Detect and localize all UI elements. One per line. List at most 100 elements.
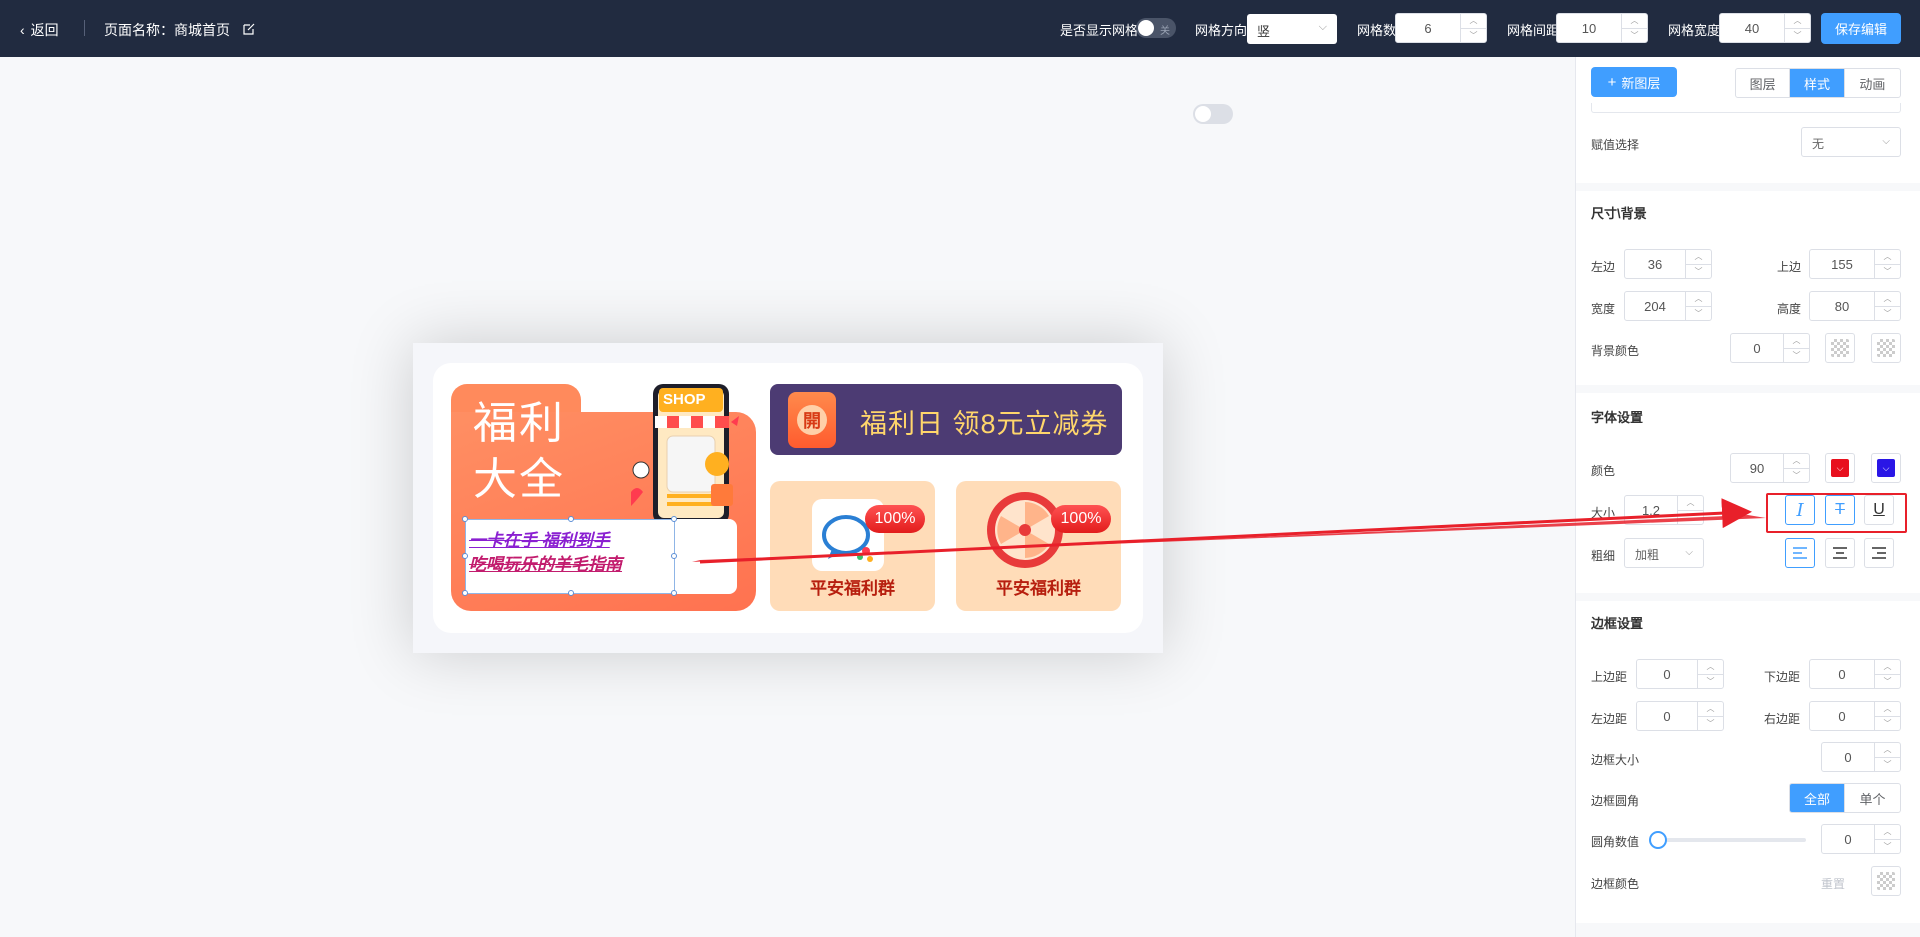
stepper-up-icon[interactable]: ︿ [1875, 292, 1900, 306]
welfare-group-tile-wheel[interactable]: 100% 平安福利群 [956, 481, 1121, 611]
resize-handle[interactable] [568, 516, 574, 522]
empty-color-icon [1877, 872, 1895, 890]
stepper-up-icon[interactable]: ︿ [1698, 702, 1723, 716]
font-size-stepper[interactable]: 1.2 ︿ ﹀ [1624, 495, 1704, 525]
width-label: 宽度 [1591, 302, 1616, 316]
border-color-picker[interactable] [1871, 866, 1901, 896]
new-layer-label: 新图层 [1621, 75, 1661, 91]
align-left-icon [1793, 547, 1807, 559]
coupon-banner[interactable]: 開 福利日 领8元立减券 [770, 384, 1122, 455]
percent-badge: 100% [865, 505, 925, 533]
grid-direction-select[interactable]: 竖 ⌵ [1247, 14, 1337, 44]
stepper-down-icon[interactable]: ﹀ [1784, 347, 1809, 363]
resize-handle[interactable] [462, 553, 468, 559]
border-color-reset[interactable]: 重置 [1821, 875, 1845, 892]
stepper-down-icon[interactable]: ﹀ [1686, 263, 1711, 279]
radius-value-stepper[interactable]: 0 ︿ ﹀ [1821, 824, 1901, 854]
align-right-button[interactable] [1864, 538, 1894, 568]
stepper-up-icon[interactable]: ︿ [1698, 660, 1723, 674]
empty-color-icon [1831, 339, 1849, 357]
pad-left-stepper[interactable]: 0 ︿ ﹀ [1636, 701, 1724, 731]
top-value: 155 [1831, 256, 1853, 272]
welfare-group-tile-chat[interactable]: 100% 平安福利群 [770, 481, 935, 611]
stepper-down-icon[interactable]: ﹀ [1875, 305, 1900, 321]
resize-handle[interactable] [462, 516, 468, 522]
font-weight-select[interactable]: 加粗 ⌵ [1624, 538, 1704, 568]
stepper-up-icon[interactable]: ︿ [1875, 660, 1900, 674]
stepper-up-icon[interactable]: ︿ [1784, 454, 1809, 468]
stepper-down-icon[interactable]: ﹀ [1784, 467, 1809, 483]
pad-right-stepper[interactable]: 0 ︿ ﹀ [1809, 701, 1901, 731]
stepper-up-icon[interactable]: ︿ [1622, 14, 1647, 28]
stepper-down-icon[interactable]: ﹀ [1875, 756, 1900, 772]
fuli-block[interactable]: 福利 大全 SHOP 一卡在手 福利到手 吃喝玩乐的羊毛指南 [451, 384, 756, 611]
resize-handle[interactable] [462, 590, 468, 596]
font-title: 字体设置 [1591, 410, 1644, 425]
resize-handle[interactable] [671, 516, 677, 522]
radius-label: 边框圆角 [1591, 794, 1640, 808]
stepper-up-icon[interactable]: ︿ [1785, 14, 1810, 28]
show-grid-switch[interactable]: 关 [1136, 18, 1176, 38]
back-button[interactable]: ‹ 返回 [20, 20, 59, 40]
stepper-up-icon[interactable]: ︿ [1686, 250, 1711, 264]
stepper-up-icon[interactable]: ︿ [1784, 334, 1809, 348]
bg-color-picker[interactable] [1825, 333, 1855, 363]
resize-handle[interactable] [671, 553, 677, 559]
align-left-button[interactable] [1785, 538, 1815, 568]
stepper-up-icon[interactable]: ︿ [1461, 14, 1486, 28]
bg-color-label: 背景颜色 [1591, 344, 1640, 358]
font-color-picker-blue[interactable]: ⌵ [1871, 453, 1901, 483]
stepper-down-icon[interactable]: ﹀ [1622, 27, 1647, 43]
bg-opacity-stepper[interactable]: 0 ︿ ﹀ [1730, 333, 1810, 363]
stepper-down-icon[interactable]: ﹀ [1785, 27, 1810, 43]
new-layer-button[interactable]: + 新图层 [1591, 67, 1677, 97]
border-title: 边框设置 [1591, 616, 1644, 631]
grid-count-stepper[interactable]: 6 ︿ ﹀ [1395, 13, 1487, 43]
tab-layers[interactable]: 图层 [1736, 69, 1791, 97]
stepper-down-icon[interactable]: ﹀ [1875, 838, 1900, 854]
stepper-up-icon[interactable]: ︿ [1875, 702, 1900, 716]
save-button[interactable]: 保存编辑 [1821, 13, 1901, 44]
stepper-down-icon[interactable]: ﹀ [1678, 509, 1703, 525]
pad-top-stepper[interactable]: 0 ︿ ﹀ [1636, 659, 1724, 689]
tab-style[interactable]: 样式 [1790, 69, 1845, 97]
stepper-up-icon[interactable]: ︿ [1875, 250, 1900, 264]
stepper-down-icon[interactable]: ﹀ [1875, 715, 1900, 731]
radius-slider-handle[interactable] [1649, 831, 1667, 849]
stepper-up-icon[interactable]: ︿ [1686, 292, 1711, 306]
top-stepper[interactable]: 155 ︿ ﹀ [1809, 249, 1901, 279]
pad-bottom-value: 0 [1838, 666, 1846, 682]
resize-handle[interactable] [568, 590, 574, 596]
font-color-picker-red[interactable]: ⌵ [1825, 453, 1855, 483]
radius-slider-track[interactable] [1666, 838, 1806, 842]
stepper-down-icon[interactable]: ﹀ [1875, 263, 1900, 279]
page-preview: 福利 大全 SHOP 一卡在手 福利到手 吃喝玩乐的羊毛指南 開 福利日 领8元… [413, 343, 1163, 653]
border-size-stepper[interactable]: 0 ︿ ﹀ [1821, 742, 1901, 772]
grid-gap-stepper[interactable]: 10 ︿ ﹀ [1556, 13, 1648, 43]
stepper-down-icon[interactable]: ﹀ [1698, 715, 1723, 731]
stepper-up-icon[interactable]: ︿ [1875, 825, 1900, 839]
tab-animation[interactable]: 动画 [1845, 69, 1900, 97]
stepper-down-icon[interactable]: ﹀ [1461, 27, 1486, 43]
stepper-up-icon[interactable]: ︿ [1875, 743, 1900, 757]
width-stepper[interactable]: 204 ︿ ﹀ [1624, 291, 1712, 321]
align-center-button[interactable] [1825, 538, 1855, 568]
canvas-toggle-switch[interactable] [1193, 104, 1233, 124]
resize-handle[interactable] [671, 590, 677, 596]
chevron-down-icon: ⌵ [1685, 547, 1693, 558]
bg-color-picker-2[interactable] [1871, 333, 1901, 363]
stepper-down-icon[interactable]: ﹀ [1875, 673, 1900, 689]
pad-bottom-stepper[interactable]: 0 ︿ ﹀ [1809, 659, 1901, 689]
font-opacity-stepper[interactable]: 90 ︿ ﹀ [1730, 453, 1810, 483]
edit-icon[interactable] [242, 22, 256, 39]
assign-select[interactable]: 无 ⌵ [1801, 127, 1901, 157]
stepper-down-icon[interactable]: ﹀ [1686, 305, 1711, 321]
radius-all-button[interactable]: 全部 [1790, 784, 1846, 812]
grid-width-stepper[interactable]: 40 ︿ ﹀ [1719, 13, 1811, 43]
selection-frame[interactable] [462, 516, 677, 596]
height-stepper[interactable]: 80 ︿ ﹀ [1809, 291, 1901, 321]
radius-single-button[interactable]: 单个 [1845, 784, 1900, 812]
stepper-up-icon[interactable]: ︿ [1678, 496, 1703, 510]
left-stepper[interactable]: 36 ︿ ﹀ [1624, 249, 1712, 279]
stepper-down-icon[interactable]: ﹀ [1698, 673, 1723, 689]
